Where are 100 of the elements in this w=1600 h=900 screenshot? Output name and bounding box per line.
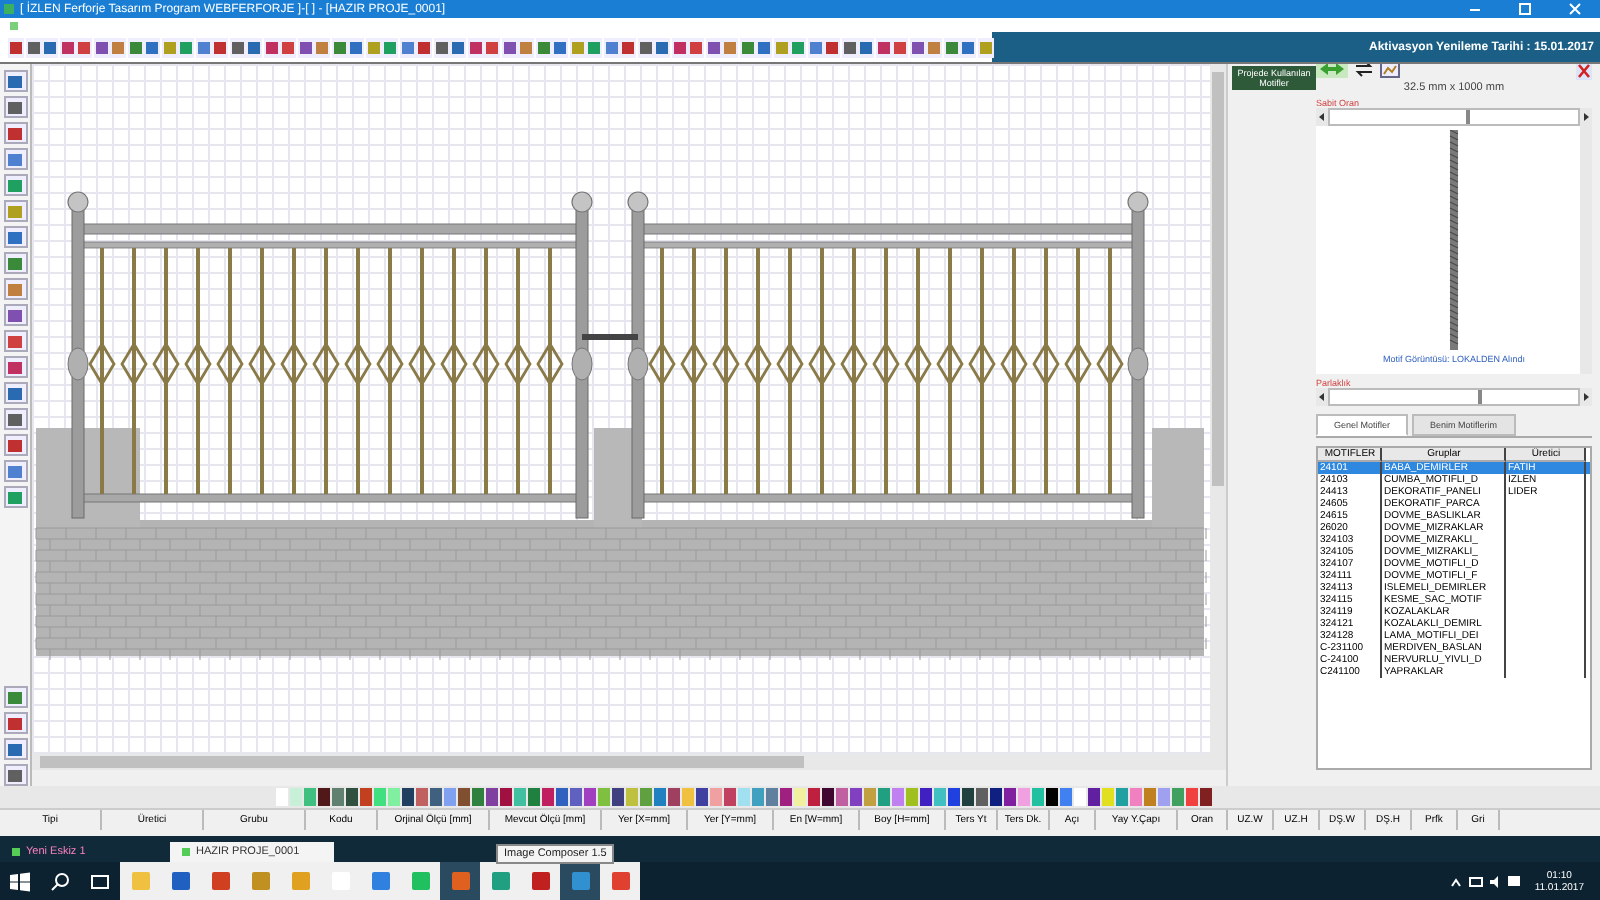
tool-icon[interactable] bbox=[3, 70, 27, 92]
color-swatch[interactable] bbox=[1088, 788, 1100, 806]
color-swatch[interactable] bbox=[514, 788, 526, 806]
color-swatch[interactable] bbox=[1200, 788, 1212, 806]
color-swatch[interactable] bbox=[808, 788, 820, 806]
color-swatch[interactable] bbox=[920, 788, 932, 806]
color-swatch[interactable] bbox=[1004, 788, 1016, 806]
color-swatch[interactable] bbox=[1144, 788, 1156, 806]
app-icon[interactable] bbox=[560, 862, 600, 900]
color-swatch[interactable] bbox=[710, 788, 722, 806]
color-swatch[interactable] bbox=[290, 788, 302, 806]
color-swatch[interactable] bbox=[318, 788, 330, 806]
tool-icon[interactable] bbox=[3, 356, 27, 378]
color-swatch[interactable] bbox=[500, 788, 512, 806]
color-swatch[interactable] bbox=[766, 788, 778, 806]
color-swatch[interactable] bbox=[1032, 788, 1044, 806]
color-swatch[interactable] bbox=[542, 788, 554, 806]
horizontal-scrollbar[interactable] bbox=[32, 754, 1226, 770]
color-swatch[interactable] bbox=[682, 788, 694, 806]
color-swatch[interactable] bbox=[1158, 788, 1170, 806]
color-swatch[interactable] bbox=[640, 788, 652, 806]
close-icon[interactable] bbox=[1576, 64, 1592, 79]
tool-icon[interactable] bbox=[3, 686, 27, 708]
color-swatch[interactable] bbox=[864, 788, 876, 806]
tool-icon[interactable] bbox=[3, 330, 27, 352]
tool-icon[interactable] bbox=[3, 764, 27, 786]
color-swatch[interactable] bbox=[1018, 788, 1030, 806]
tool-icon[interactable] bbox=[3, 252, 27, 274]
color-swatch[interactable] bbox=[430, 788, 442, 806]
color-swatch[interactable] bbox=[612, 788, 624, 806]
color-swatch[interactable] bbox=[822, 788, 834, 806]
tool-icon[interactable] bbox=[3, 712, 27, 734]
app-icon[interactable] bbox=[520, 862, 560, 900]
tool-icon[interactable] bbox=[3, 738, 27, 760]
tool-icon[interactable] bbox=[3, 148, 27, 170]
maximize-icon[interactable] bbox=[1517, 2, 1531, 16]
tool-icon[interactable] bbox=[3, 96, 27, 118]
color-swatch[interactable] bbox=[906, 788, 918, 806]
color-swatch[interactable] bbox=[388, 788, 400, 806]
color-swatch[interactable] bbox=[724, 788, 736, 806]
color-swatch[interactable] bbox=[892, 788, 904, 806]
tool-icon[interactable] bbox=[3, 304, 27, 326]
color-swatch[interactable] bbox=[934, 788, 946, 806]
tool-icon[interactable] bbox=[3, 226, 27, 248]
left-arrow-icon[interactable] bbox=[1316, 110, 1328, 124]
color-swatch[interactable] bbox=[276, 788, 288, 806]
color-swatch[interactable] bbox=[1116, 788, 1128, 806]
app-icon[interactable] bbox=[480, 862, 520, 900]
color-swatch[interactable] bbox=[472, 788, 484, 806]
color-swatch[interactable] bbox=[304, 788, 316, 806]
color-swatch[interactable] bbox=[976, 788, 988, 806]
ratio-slider[interactable] bbox=[1316, 108, 1592, 126]
color-swatch[interactable] bbox=[948, 788, 960, 806]
color-swatch[interactable] bbox=[780, 788, 792, 806]
color-swatch[interactable] bbox=[402, 788, 414, 806]
color-swatch[interactable] bbox=[696, 788, 708, 806]
color-swatch[interactable] bbox=[738, 788, 750, 806]
color-swatch[interactable] bbox=[360, 788, 372, 806]
color-swatch[interactable] bbox=[668, 788, 680, 806]
vertical-scrollbar[interactable] bbox=[1210, 64, 1226, 754]
color-swatch[interactable] bbox=[752, 788, 764, 806]
color-swatch[interactable] bbox=[654, 788, 666, 806]
color-swatch[interactable] bbox=[584, 788, 596, 806]
color-swatch[interactable] bbox=[794, 788, 806, 806]
color-swatch[interactable] bbox=[528, 788, 540, 806]
color-swatch[interactable] bbox=[486, 788, 498, 806]
color-swatch[interactable] bbox=[444, 788, 456, 806]
color-swatch[interactable] bbox=[332, 788, 344, 806]
tool-icon[interactable] bbox=[3, 122, 27, 144]
brightness-slider[interactable] bbox=[1316, 388, 1592, 406]
color-swatch[interactable] bbox=[1046, 788, 1058, 806]
color-swatch[interactable] bbox=[626, 788, 638, 806]
color-swatch[interactable] bbox=[598, 788, 610, 806]
color-swatch[interactable] bbox=[836, 788, 848, 806]
color-swatch[interactable] bbox=[962, 788, 974, 806]
left-arrow-icon[interactable] bbox=[1316, 390, 1328, 404]
color-swatch[interactable] bbox=[990, 788, 1002, 806]
color-swatch[interactable] bbox=[1102, 788, 1114, 806]
design-canvas[interactable] bbox=[32, 64, 1210, 754]
tool-icon[interactable] bbox=[3, 278, 27, 300]
color-swatch[interactable] bbox=[556, 788, 568, 806]
color-swatch[interactable] bbox=[1060, 788, 1072, 806]
color-swatch[interactable] bbox=[850, 788, 862, 806]
color-swatch[interactable] bbox=[458, 788, 470, 806]
color-swatch[interactable] bbox=[416, 788, 428, 806]
app-icon[interactable] bbox=[600, 862, 640, 900]
tool-icon[interactable] bbox=[3, 434, 27, 456]
color-swatch[interactable] bbox=[1130, 788, 1142, 806]
color-swatch[interactable] bbox=[374, 788, 386, 806]
tool-icon[interactable] bbox=[3, 408, 27, 430]
tool-icon[interactable] bbox=[3, 174, 27, 196]
right-arrow-icon[interactable] bbox=[1580, 110, 1592, 124]
color-swatch[interactable] bbox=[1186, 788, 1198, 806]
tool-icon[interactable] bbox=[3, 486, 27, 508]
color-swatch[interactable] bbox=[1074, 788, 1086, 806]
color-swatch[interactable] bbox=[346, 788, 358, 806]
tool-icon[interactable] bbox=[3, 382, 27, 404]
color-swatch[interactable] bbox=[570, 788, 582, 806]
right-arrow-icon[interactable] bbox=[1580, 390, 1592, 404]
color-swatch[interactable] bbox=[1172, 788, 1184, 806]
